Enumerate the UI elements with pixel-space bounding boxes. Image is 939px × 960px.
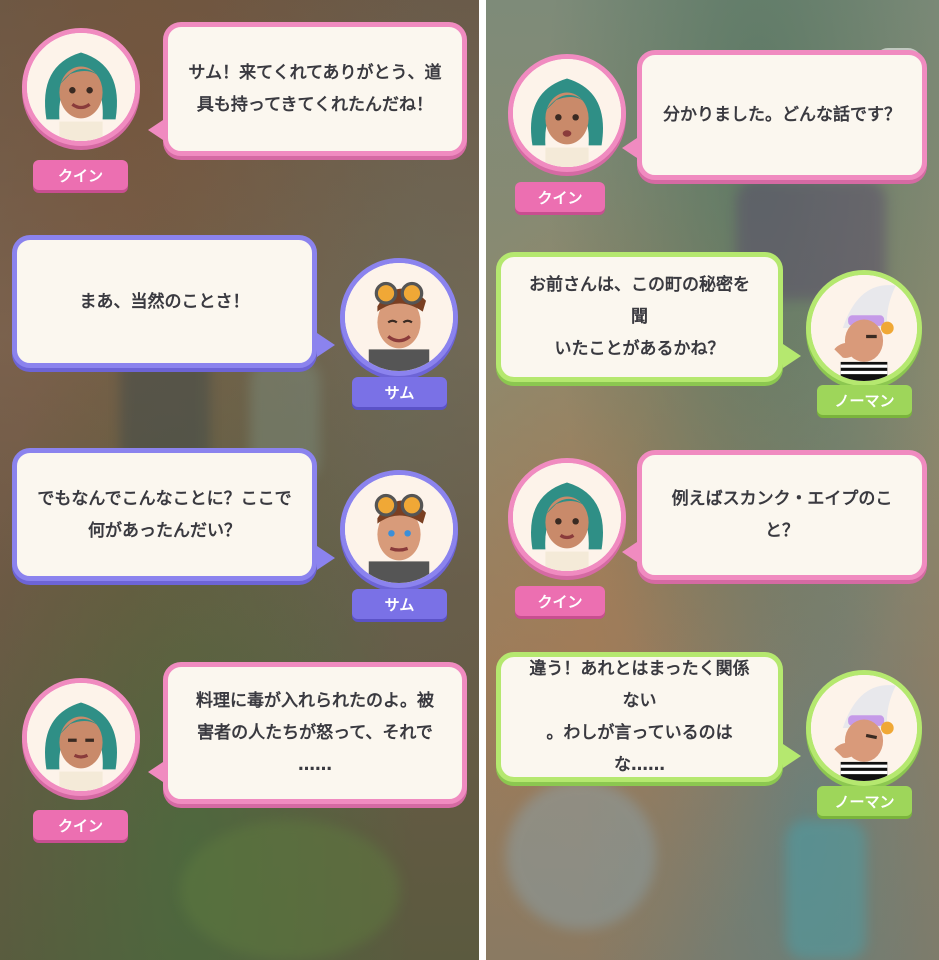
norman-portrait-icon xyxy=(811,275,917,381)
dialogue-bubble[interactable]: 違う！あれとはまったく関係ない 。わしが言っているのはな…… xyxy=(496,652,783,782)
dialogue-text: 料理に毒が入れられたのよ。被 害者の人たちが怒って、それで …… xyxy=(196,691,434,775)
norman-portrait-icon xyxy=(811,675,917,781)
quinn-portrait-icon xyxy=(513,59,621,167)
bubble-tail xyxy=(317,333,335,357)
speaker-nametag: クイン xyxy=(33,810,128,840)
quinn-portrait-icon xyxy=(513,463,621,571)
sam-avatar xyxy=(340,258,458,376)
speaker-nametag: ノーマン xyxy=(817,786,912,816)
bubble-tail xyxy=(783,744,801,768)
speaker-nametag: ノーマン xyxy=(817,385,912,415)
speaker-nametag: クイン xyxy=(515,586,605,616)
dialogue-bubble[interactable]: サム！来てくれてありがとう、道 具も持ってきてくれたんだね！ xyxy=(163,22,467,156)
dialogue-bubble[interactable]: 例えばスカンク・エイプのこと？ xyxy=(637,450,927,580)
quinn-portrait-icon xyxy=(27,33,135,141)
bubble-tail xyxy=(148,760,166,784)
bubble-tail xyxy=(622,136,640,160)
left-scene-panel: ▶▶❙ クイン サム！来てくれてありがとう、道 具も持ってきてくれたんだね！ ま… xyxy=(0,0,479,960)
dialogue-bubble[interactable]: 料理に毒が入れられたのよ。被 害者の人たちが怒って、それで …… xyxy=(163,662,467,804)
speaker-nametag: サム xyxy=(352,377,447,407)
norman-avatar xyxy=(806,270,922,386)
bubble-tail xyxy=(148,118,166,142)
dialogue-bubble[interactable]: でもなんでこんなことに？ここで 何があったんだい？ xyxy=(12,448,317,581)
dialogue-text: でもなんでこんなことに？ここで 何があったんだい？ xyxy=(37,488,292,541)
bubble-tail xyxy=(622,540,640,564)
sam-portrait-icon xyxy=(345,475,453,583)
sam-portrait-icon xyxy=(345,263,453,371)
dialogue-text: 違う！あれとはまったく関係ない 。わしが言っているのはな…… xyxy=(529,659,750,775)
dialogue-text: 例えばスカンク・エイプのこと？ xyxy=(671,489,893,541)
background-bush xyxy=(180,820,400,960)
quinn-avatar xyxy=(508,458,626,576)
bubble-tail xyxy=(317,546,335,570)
right-scene-panel: ▶▶❙ クイン 分かりました。どんな話です？ お前さんは、この町の秘密を聞 いた… xyxy=(486,0,939,960)
dialogue-text: お前さんは、この町の秘密を聞 いたことがあるかね？ xyxy=(529,275,750,359)
background-table xyxy=(506,780,656,930)
dialogue-text: サム！来てくれてありがとう、道 具も持ってきてくれたんだね！ xyxy=(188,63,442,115)
bubble-tail xyxy=(783,344,801,368)
quinn-portrait-icon xyxy=(27,683,135,791)
quinn-avatar xyxy=(508,54,626,172)
dialogue-bubble[interactable]: お前さんは、この町の秘密を聞 いたことがあるかね？ xyxy=(496,252,783,382)
norman-avatar xyxy=(806,670,922,786)
dialogue-bubble[interactable]: まあ、当然のことさ！ xyxy=(12,235,317,368)
dialogue-bubble[interactable]: 分かりました。どんな話です？ xyxy=(637,50,927,180)
speaker-nametag: サム xyxy=(352,589,447,619)
dialogue-text: 分かりました。どんな話です？ xyxy=(663,105,901,125)
quinn-avatar xyxy=(22,678,140,796)
dialogue-text: まあ、当然のことさ！ xyxy=(79,291,250,312)
speaker-nametag: クイン xyxy=(33,160,128,190)
speaker-nametag: クイン xyxy=(515,182,605,212)
quinn-avatar xyxy=(22,28,140,146)
sam-avatar xyxy=(340,470,458,588)
background-pillar xyxy=(786,820,866,960)
